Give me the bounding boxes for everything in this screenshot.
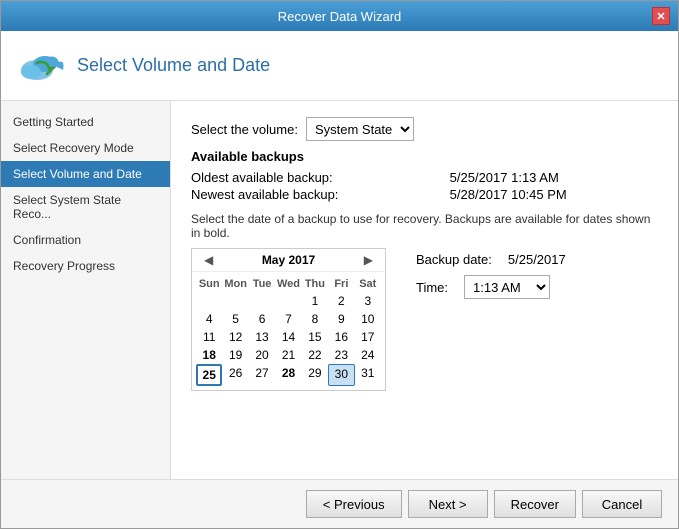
dow-tue: Tue	[249, 276, 275, 292]
cal-day-15[interactable]: 15	[302, 328, 328, 346]
calendar: ◀ May 2017 ▶ Sun Mon Tue Wed Thu Fri Sat	[191, 248, 386, 391]
window: Recover Data Wizard ✕ Select Volume and …	[0, 0, 679, 529]
calendar-day-headers: Sun Mon Tue Wed Thu Fri Sat	[196, 276, 381, 292]
time-select[interactable]: 1:13 AM 10:45 PM	[464, 275, 550, 299]
cal-day-2[interactable]: 2	[328, 292, 354, 310]
cal-day-30[interactable]: 30	[328, 364, 354, 386]
cancel-button[interactable]: Cancel	[582, 490, 662, 518]
volume-select[interactable]: System State C:\ D:\	[306, 117, 414, 141]
cal-day-25[interactable]: 25	[196, 364, 222, 386]
dialog-header: Select Volume and Date	[1, 31, 678, 101]
dow-thu: Thu	[302, 276, 328, 292]
cal-week-5: 25 26 27 28 29 30 31	[196, 364, 381, 386]
cal-day-empty	[275, 292, 301, 310]
backup-date-row: Backup date: 5/25/2017	[416, 252, 566, 267]
cal-day-3[interactable]: 3	[355, 292, 381, 310]
cal-day-8[interactable]: 8	[302, 310, 328, 328]
cal-day-1[interactable]: 1	[302, 292, 328, 310]
cal-day-23[interactable]: 23	[328, 346, 354, 364]
prev-month-button[interactable]: ◀	[200, 253, 217, 267]
sidebar-item-recovery-progress[interactable]: Recovery Progress	[1, 253, 170, 279]
calendar-month-year: May 2017	[262, 253, 315, 267]
cal-day-9[interactable]: 9	[328, 310, 354, 328]
dialog-footer: < Previous Next > Recover Cancel	[1, 479, 678, 528]
cal-day-26[interactable]: 26	[222, 364, 248, 386]
sidebar-item-confirmation[interactable]: Confirmation	[1, 227, 170, 253]
backup-date-time: Backup date: 5/25/2017 Time: 1:13 AM 10:…	[416, 252, 566, 299]
cal-day-5[interactable]: 5	[222, 310, 248, 328]
volume-row: Select the volume: System State C:\ D:\	[191, 117, 658, 141]
dow-sat: Sat	[355, 276, 381, 292]
page-title: Select Volume and Date	[77, 55, 270, 76]
header-icon	[17, 42, 65, 90]
cal-day-empty	[196, 292, 222, 310]
cal-day-6[interactable]: 6	[249, 310, 275, 328]
sidebar-item-select-recovery-mode[interactable]: Select Recovery Mode	[1, 135, 170, 161]
oldest-value: 5/25/2017 1:13 AM	[450, 170, 658, 185]
cal-day-7[interactable]: 7	[275, 310, 301, 328]
previous-button[interactable]: < Previous	[306, 490, 402, 518]
cal-day-4[interactable]: 4	[196, 310, 222, 328]
dow-wed: Wed	[275, 276, 301, 292]
content-area: Select the volume: System State C:\ D:\ …	[171, 101, 678, 479]
sidebar-item-select-volume-and-date[interactable]: Select Volume and Date	[1, 161, 170, 187]
time-row: Time: 1:13 AM 10:45 PM	[416, 275, 566, 299]
cal-day-12[interactable]: 12	[222, 328, 248, 346]
cal-day-10[interactable]: 10	[355, 310, 381, 328]
cal-day-11[interactable]: 11	[196, 328, 222, 346]
newest-label: Newest available backup:	[191, 187, 430, 202]
recover-button[interactable]: Recover	[494, 490, 576, 518]
cal-day-18[interactable]: 18	[196, 346, 222, 364]
sidebar-item-select-system-state[interactable]: Select System State Reco...	[1, 187, 170, 227]
dialog-body: Getting StartedSelect Recovery ModeSelec…	[1, 101, 678, 479]
cal-day-21[interactable]: 21	[275, 346, 301, 364]
sidebar: Getting StartedSelect Recovery ModeSelec…	[1, 101, 171, 479]
cal-week-2: 4 5 6 7 8 9 10	[196, 310, 381, 328]
window-title: Recover Data Wizard	[27, 9, 652, 24]
next-button[interactable]: Next >	[408, 490, 488, 518]
cal-day-28[interactable]: 28	[275, 364, 301, 386]
cal-day-empty	[249, 292, 275, 310]
cal-day-16[interactable]: 16	[328, 328, 354, 346]
backup-date-value: 5/25/2017	[508, 252, 566, 267]
calendar-grid: Sun Mon Tue Wed Thu Fri Sat	[192, 272, 385, 390]
cal-day-19[interactable]: 19	[222, 346, 248, 364]
cal-day-17[interactable]: 17	[355, 328, 381, 346]
cal-week-1: 1 2 3	[196, 292, 381, 310]
cal-day-14[interactable]: 14	[275, 328, 301, 346]
available-backups-title: Available backups	[191, 149, 658, 164]
calendar-section: ◀ May 2017 ▶ Sun Mon Tue Wed Thu Fri Sat	[191, 248, 658, 391]
close-button[interactable]: ✕	[652, 7, 670, 25]
oldest-label: Oldest available backup:	[191, 170, 430, 185]
cal-week-3: 11 12 13 14 15 16 17	[196, 328, 381, 346]
cal-day-22[interactable]: 22	[302, 346, 328, 364]
newest-value: 5/28/2017 10:45 PM	[450, 187, 658, 202]
cal-day-20[interactable]: 20	[249, 346, 275, 364]
cal-week-4: 18 19 20 21 22 23 24	[196, 346, 381, 364]
instruction-text: Select the date of a backup to use for r…	[191, 212, 658, 240]
cal-day-31[interactable]: 31	[355, 364, 381, 386]
backup-info-grid: Oldest available backup: 5/25/2017 1:13 …	[191, 170, 658, 202]
time-label: Time:	[416, 280, 448, 295]
cal-day-13[interactable]: 13	[249, 328, 275, 346]
dow-sun: Sun	[196, 276, 222, 292]
sidebar-item-getting-started[interactable]: Getting Started	[1, 109, 170, 135]
dow-mon: Mon	[222, 276, 248, 292]
next-month-button[interactable]: ▶	[360, 253, 377, 267]
cal-day-empty	[222, 292, 248, 310]
cal-day-24[interactable]: 24	[355, 346, 381, 364]
cal-day-29[interactable]: 29	[302, 364, 328, 386]
cal-day-27[interactable]: 27	[249, 364, 275, 386]
volume-label: Select the volume:	[191, 122, 298, 137]
dow-fri: Fri	[328, 276, 354, 292]
backup-date-label: Backup date:	[416, 252, 492, 267]
calendar-header: ◀ May 2017 ▶	[192, 249, 385, 272]
title-bar: Recover Data Wizard ✕	[1, 1, 678, 31]
